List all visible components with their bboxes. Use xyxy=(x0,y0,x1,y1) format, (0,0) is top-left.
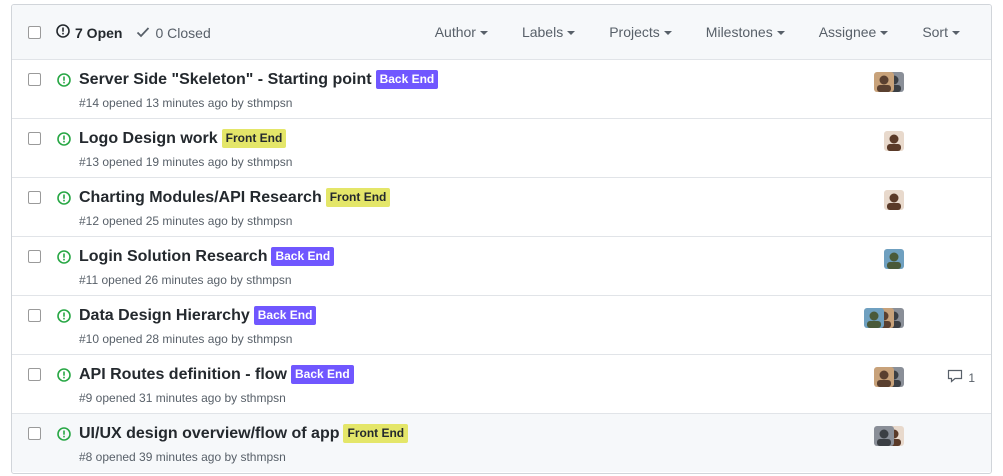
issue-label[interactable]: Front End xyxy=(221,129,287,148)
assignee-avatar[interactable] xyxy=(874,367,894,387)
issue-checkbox[interactable] xyxy=(28,309,41,322)
open-issues-link[interactable]: 7 Open xyxy=(56,24,122,41)
issue-title-line: API Routes definition - flow Back End xyxy=(79,365,354,384)
issue-title-link[interactable]: API Routes definition - flow xyxy=(79,366,287,384)
issue-row[interactable]: Server Side "Skeleton" - Starting point B… xyxy=(12,60,991,119)
issue-meta: #14 opened 13 minutes ago by sthmpsn xyxy=(79,96,293,110)
assignees xyxy=(884,190,904,210)
issue-opened-icon xyxy=(57,191,71,210)
issue-row[interactable]: Charting Modules/API Research Front End #1… xyxy=(12,178,991,237)
caret-down-icon xyxy=(567,30,576,35)
issue-row[interactable]: Data Design Hierarchy Back End #10 opened … xyxy=(12,296,991,355)
issue-checkbox[interactable] xyxy=(28,73,41,86)
issue-opened-icon xyxy=(56,24,70,41)
assignees xyxy=(884,249,904,269)
assignees xyxy=(874,367,904,387)
issue-opened-icon xyxy=(57,309,71,328)
issue-row[interactable]: Login Solution Research Back End #11 opene… xyxy=(12,237,991,296)
issue-opened-icon xyxy=(57,132,71,151)
issue-title-link[interactable]: Login Solution Research xyxy=(79,248,267,266)
closed-count: 0 Closed xyxy=(155,24,211,41)
milestones-filter[interactable]: Milestones xyxy=(706,24,785,40)
issue-row[interactable]: UI/UX design overview/flow of app Front E… xyxy=(12,414,991,472)
issue-title-line: Charting Modules/API Research Front End xyxy=(79,188,391,207)
issue-checkbox[interactable] xyxy=(28,250,41,263)
issue-meta: #12 opened 25 minutes ago by sthmpsn xyxy=(79,214,293,228)
issue-opened-icon xyxy=(57,368,71,387)
issue-checkbox[interactable] xyxy=(28,132,41,145)
issue-title-line: UI/UX design overview/flow of app Front E… xyxy=(79,424,409,443)
issue-meta: #9 opened 31 minutes ago by sthmpsn xyxy=(79,391,286,405)
issue-title-line: Logo Design work Front End xyxy=(79,129,287,148)
filter-bar: Author Labels Projects Milestones Assign… xyxy=(435,24,991,40)
closed-issues-link[interactable]: 0 Closed xyxy=(136,24,211,41)
assignee-avatar[interactable] xyxy=(884,190,904,210)
issue-opened-icon xyxy=(57,250,71,269)
issue-row[interactable]: Logo Design work Front End #13 opened 19 m… xyxy=(12,119,991,178)
assignee-avatar[interactable] xyxy=(874,72,894,92)
caret-down-icon xyxy=(663,30,672,35)
issue-meta: #11 opened 26 minutes ago by sthmpsn xyxy=(79,273,292,287)
assignee-avatar[interactable] xyxy=(884,249,904,269)
sort-filter[interactable]: Sort xyxy=(922,24,960,40)
assignees xyxy=(874,72,904,92)
issue-checkbox[interactable] xyxy=(28,191,41,204)
issue-title-link[interactable]: Charting Modules/API Research xyxy=(79,189,322,207)
issue-label[interactable]: Front End xyxy=(343,424,409,443)
issue-meta: #10 opened 28 minutes ago by sthmpsn xyxy=(79,332,293,346)
assignee-avatar[interactable] xyxy=(864,308,884,328)
issue-label[interactable]: Front End xyxy=(325,188,391,207)
issue-opened-icon xyxy=(57,73,71,92)
issue-row[interactable]: API Routes definition - flow Back End #9 o… xyxy=(12,355,991,414)
assignees xyxy=(864,308,904,328)
assignees xyxy=(884,131,904,151)
assignees xyxy=(874,426,904,446)
issue-meta: #8 opened 39 minutes ago by sthmpsn xyxy=(79,450,286,464)
assignee-filter[interactable]: Assignee xyxy=(819,24,889,40)
assignee-avatar[interactable] xyxy=(884,131,904,151)
labels-filter[interactable]: Labels xyxy=(522,24,576,40)
issue-label[interactable]: Back End xyxy=(375,70,439,89)
issue-title-line: Login Solution Research Back End xyxy=(79,247,335,266)
caret-down-icon xyxy=(952,30,960,35)
comment-count: 1 xyxy=(968,370,975,385)
issue-title-link[interactable]: Logo Design work xyxy=(79,130,218,148)
issues-list-box: 7 Open 0 Closed Author Labels Projects M… xyxy=(11,4,992,474)
comments-link[interactable]: 1 xyxy=(947,369,975,386)
select-all-checkbox[interactable] xyxy=(28,26,41,39)
issue-label[interactable]: Back End xyxy=(290,365,354,384)
issue-states: 7 Open 0 Closed xyxy=(56,24,211,41)
issue-label[interactable]: Back End xyxy=(271,247,335,266)
projects-filter[interactable]: Projects xyxy=(609,24,672,40)
issue-title-link[interactable]: Data Design Hierarchy xyxy=(79,307,250,325)
issue-title-line: Data Design Hierarchy Back End xyxy=(79,306,317,325)
caret-down-icon xyxy=(479,30,488,35)
issue-title-link[interactable]: UI/UX design overview/flow of app xyxy=(79,425,339,443)
caret-down-icon xyxy=(776,30,785,35)
issue-meta: #13 opened 19 minutes ago by sthmpsn xyxy=(79,155,293,169)
issue-opened-icon xyxy=(57,427,71,446)
issue-label[interactable]: Back End xyxy=(253,306,317,325)
comment-icon xyxy=(947,369,963,386)
issues-rows: Server Side "Skeleton" - Starting point B… xyxy=(12,60,991,472)
issue-title-line: Server Side "Skeleton" - Starting point B… xyxy=(79,70,439,89)
assignee-avatar[interactable] xyxy=(874,426,894,446)
issue-title-link[interactable]: Server Side "Skeleton" - Starting point xyxy=(79,71,372,89)
caret-down-icon xyxy=(880,30,889,35)
issues-list-header: 7 Open 0 Closed Author Labels Projects M… xyxy=(12,5,991,60)
issue-checkbox[interactable] xyxy=(28,368,41,381)
author-filter[interactable]: Author xyxy=(435,24,488,40)
open-count: 7 Open xyxy=(75,24,123,41)
issue-checkbox[interactable] xyxy=(28,427,41,440)
check-icon xyxy=(136,25,150,41)
